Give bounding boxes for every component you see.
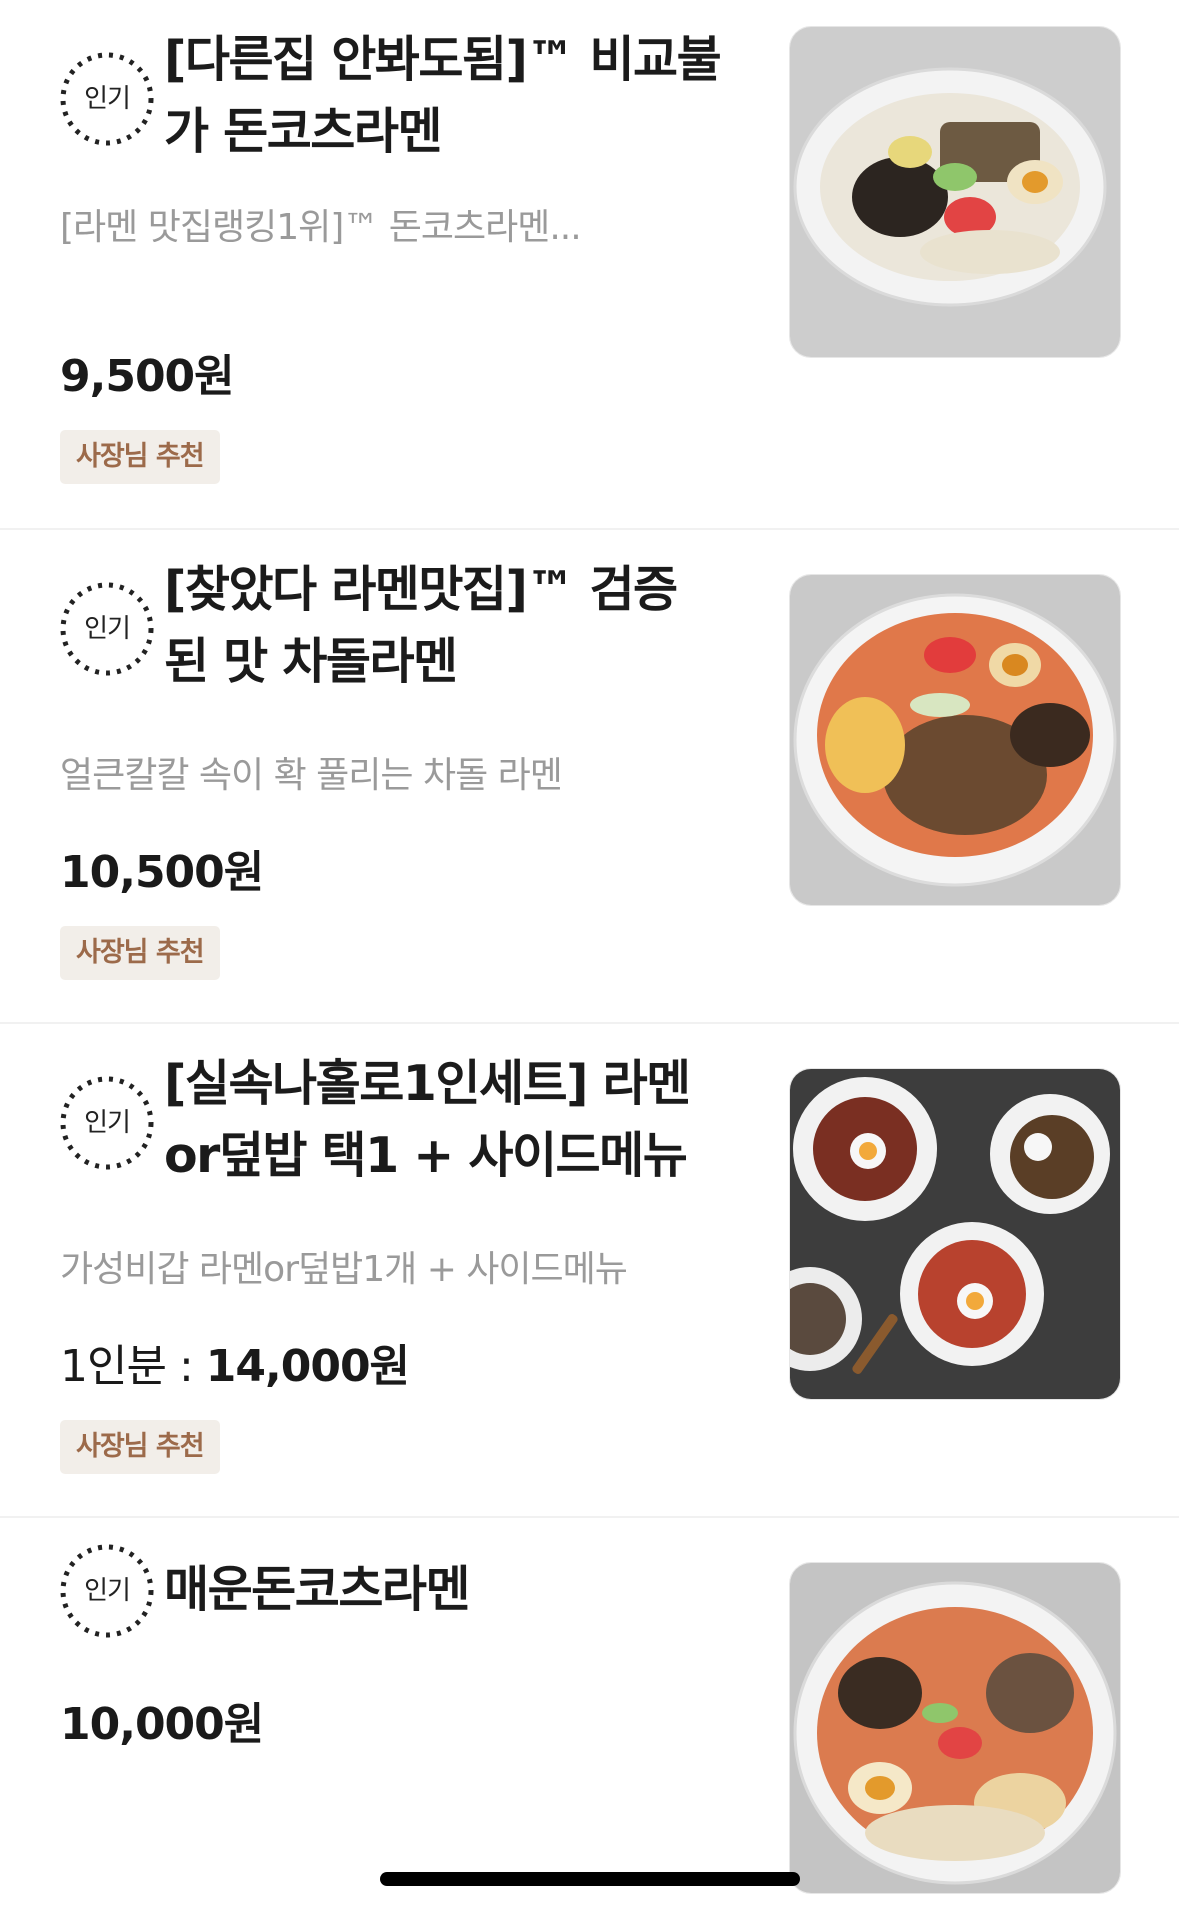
menu-price: 10,500원	[60, 836, 264, 900]
menu-item[interactable]: 인기 매운돈코츠라멘 10,000원	[0, 1518, 1179, 1911]
menu-title: [실속나홀로1인세트] 라멘 or덮밥 택1 + 사이드메뉴	[164, 1055, 691, 1184]
menu-photo[interactable]	[789, 1562, 1121, 1894]
owner-recommend-tag: 사장님 추천	[60, 430, 220, 484]
popular-badge: 인기	[58, 1074, 156, 1172]
price-value: 10,500원	[60, 847, 264, 898]
menu-item[interactable]: 인기 [실속나홀로1인세트] 라멘 or덮밥 택1 + 사이드메뉴 가성비갑 라…	[0, 1024, 1179, 1518]
menu-description: [라멘 맛집랭킹1위]™ 돈코츠라멘...	[60, 207, 582, 248]
menu-photo[interactable]	[789, 574, 1121, 906]
menu-description: 얼큰칼칼 속이 확 풀리는 차돌 라멘	[60, 755, 563, 796]
popular-badge: 인기	[58, 1542, 156, 1640]
menu-price: 1인분 : 14,000원	[60, 1330, 410, 1394]
owner-recommend-tag: 사장님 추천	[60, 1420, 220, 1474]
price-value: 14,000원	[205, 1341, 410, 1392]
popular-badge: 인기	[58, 580, 156, 678]
home-indicator[interactable]	[380, 1872, 800, 1886]
menu-price: 10,000원	[60, 1688, 264, 1752]
menu-photo[interactable]	[789, 26, 1121, 358]
price-value: 10,000원	[60, 1699, 264, 1750]
badge-label: 인기	[84, 1576, 131, 1606]
menu-item[interactable]: 인기 [다른집 안봐도됨]™ 비교불 가 돈코츠라멘 [라멘 맛집랭킹1위]™ …	[0, 0, 1179, 530]
badge-label: 인기	[84, 1108, 131, 1138]
popular-badge: 인기	[58, 50, 156, 148]
menu-title: 매운돈코츠라멘	[164, 1561, 471, 1618]
price-prefix: 1인분 :	[60, 1341, 206, 1392]
price-value: 9,500원	[60, 351, 235, 402]
owner-recommend-tag: 사장님 추천	[60, 926, 220, 980]
badge-label: 인기	[84, 614, 131, 644]
menu-title: [다른집 안봐도됨]™ 비교불 가 돈코츠라멘	[164, 31, 722, 160]
menu-description: 가성비갑 라멘or덮밥1개 + 사이드메뉴	[60, 1249, 628, 1290]
badge-label: 인기	[84, 84, 131, 114]
menu-title: [찾았다 라멘맛집]™ 검증 된 맛 차돌라멘	[164, 561, 678, 690]
menu-photo[interactable]	[789, 1068, 1121, 1400]
menu-price: 9,500원	[60, 340, 235, 404]
menu-item[interactable]: 인기 [찾았다 라멘맛집]™ 검증 된 맛 차돌라멘 얼큰칼칼 속이 확 풀리는…	[0, 530, 1179, 1024]
